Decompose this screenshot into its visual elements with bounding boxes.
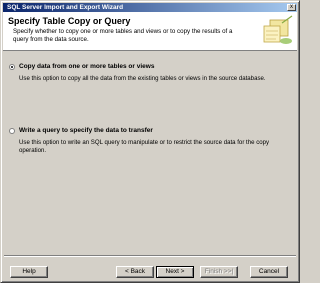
write-query-description: Use this option to write an SQL query to… xyxy=(19,139,270,154)
footer-separator xyxy=(4,255,296,257)
copy-tables-radio[interactable] xyxy=(9,64,15,70)
cancel-button[interactable]: Cancel xyxy=(250,266,288,278)
finish-button[interactable]: Finish >>| xyxy=(200,266,238,278)
wizard-icon xyxy=(263,15,293,44)
page-title: Specify Table Copy or Query xyxy=(8,16,131,26)
write-query-radio[interactable] xyxy=(9,128,15,134)
copy-tables-description: Use this option to copy all the data fro… xyxy=(19,75,266,82)
write-query-label[interactable]: Write a query to specify the data to tra… xyxy=(19,127,153,134)
back-button[interactable]: < Back xyxy=(116,266,154,278)
radio-selected-dot xyxy=(11,66,13,68)
wizard-window: SQL Server Import and Export Wizard x Sp… xyxy=(0,0,300,283)
title-bar[interactable]: SQL Server Import and Export Wizard x xyxy=(3,3,297,12)
wizard-header: Specify Table Copy or Query Specify whet… xyxy=(3,12,297,51)
page-description: Specify whether to copy one or more tabl… xyxy=(13,28,233,43)
help-button[interactable]: Help xyxy=(10,266,48,278)
next-button[interactable]: Next > xyxy=(156,266,194,278)
window-title: SQL Server Import and Export Wizard xyxy=(7,4,124,11)
copy-tables-label[interactable]: Copy data from one or more tables or vie… xyxy=(19,63,154,70)
close-icon[interactable]: x xyxy=(287,4,296,11)
